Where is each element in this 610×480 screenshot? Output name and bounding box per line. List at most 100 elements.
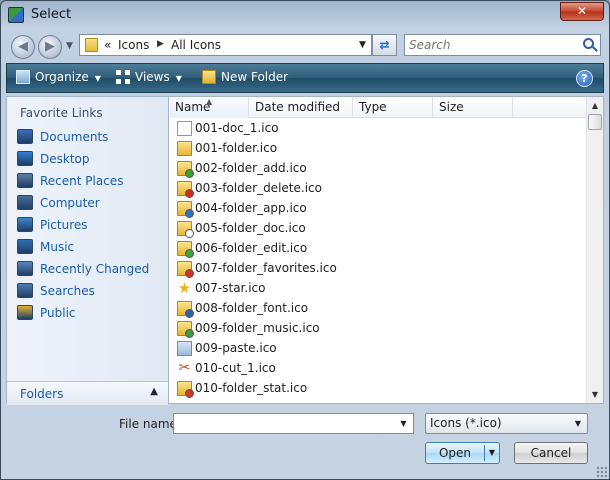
computer-icon xyxy=(17,195,33,210)
app-icon xyxy=(8,7,24,23)
views-label: Views xyxy=(135,70,170,84)
refresh-button[interactable]: ⇄ xyxy=(372,34,397,56)
file-row[interactable]: 004-folder_app.ico xyxy=(169,199,369,219)
file-row[interactable]: 007-folder_favorites.ico xyxy=(169,259,369,279)
star-icon: ★ xyxy=(177,279,192,297)
folders-toggle[interactable]: Folders ▲ xyxy=(7,381,168,405)
chevron-down-icon: ▼ xyxy=(94,74,101,83)
scroll-down-icon[interactable]: ▼ xyxy=(587,386,603,403)
file-name: 007-star.ico xyxy=(195,281,266,295)
sidebar-item-label: Recent Places xyxy=(40,174,124,188)
address-overflow[interactable]: « xyxy=(104,38,111,52)
navigation-pane: Favorite Links Documents Desktop Recent Pl… xyxy=(6,96,168,405)
file-row[interactable]: 009-folder_music.ico xyxy=(169,319,369,339)
file-row[interactable]: 003-folder_delete.ico xyxy=(169,179,369,199)
folder-icon xyxy=(177,141,192,156)
file-name: 006-folder_edit.ico xyxy=(195,241,308,255)
organize-button[interactable]: Organize ▼ xyxy=(16,70,101,88)
chevron-down-icon: ▼ xyxy=(175,74,182,83)
sidebar-item-computer[interactable]: Computer xyxy=(14,193,164,213)
file-name: 001-doc_1.ico xyxy=(195,121,279,135)
sidebar-item-recently-changed[interactable]: Recently Changed xyxy=(14,259,164,279)
cancel-button[interactable]: Cancel xyxy=(514,442,588,464)
recent-pages-dropdown[interactable]: ▼ xyxy=(66,41,73,51)
pictures-icon xyxy=(17,217,33,232)
sidebar-item-desktop[interactable]: Desktop xyxy=(14,149,164,169)
select-dialog: Select ✕ ◀ ▶ ▼ « Icons ▶ All Icons ▼ ⇄ O… xyxy=(0,0,610,480)
sidebar-item-label: Recently Changed xyxy=(40,262,150,276)
new-folder-button[interactable]: New Folder xyxy=(202,70,288,88)
doc-icon xyxy=(177,121,192,136)
file-type-value: Icons (*.ico) xyxy=(430,416,502,430)
file-row[interactable]: ★ 007-star.ico xyxy=(169,279,369,299)
file-type-select[interactable]: Icons (*.ico) ▼ xyxy=(425,413,588,434)
chevron-right-icon[interactable]: ▶ xyxy=(157,39,164,49)
file-name: 007-folder_favorites.ico xyxy=(195,261,337,275)
command-bar: Organize ▼ Views ▼ New Folder ? xyxy=(6,63,604,93)
folder-icon xyxy=(177,381,194,398)
folder-icon xyxy=(177,181,194,198)
sidebar-item-label: Public xyxy=(40,306,76,320)
file-name: 001-folder.ico xyxy=(195,141,278,155)
file-row[interactable]: 005-folder_doc.ico xyxy=(169,219,369,239)
file-name: 010-cut_1.ico xyxy=(195,361,276,375)
sidebar-item-music[interactable]: Music xyxy=(14,237,164,257)
window-title: Select xyxy=(31,7,72,22)
search-input[interactable] xyxy=(409,37,574,53)
file-row[interactable]: 008-folder_font.ico xyxy=(169,299,369,319)
views-button[interactable]: Views ▼ xyxy=(116,70,182,88)
file-name-input[interactable] xyxy=(177,416,392,431)
breadcrumb-all-icons[interactable]: All Icons xyxy=(171,38,221,52)
folder-icon xyxy=(177,321,194,338)
file-name: 003-folder_delete.ico xyxy=(195,181,322,195)
breadcrumb-icons[interactable]: Icons xyxy=(118,38,149,52)
search-icon[interactable] xyxy=(583,38,594,49)
file-row[interactable]: 001-folder.ico xyxy=(169,139,369,159)
folder-icon xyxy=(177,241,194,258)
help-button[interactable]: ? xyxy=(576,70,593,87)
sidebar-item-searches[interactable]: Searches xyxy=(14,281,164,301)
file-name: 002-folder_add.ico xyxy=(195,161,307,175)
sidebar-item-recent-places[interactable]: Recent Places xyxy=(14,171,164,191)
file-row[interactable]: 010-folder_stat.ico xyxy=(169,379,369,399)
open-label: Open xyxy=(438,446,472,460)
resize-grip[interactable] xyxy=(596,466,607,477)
favorite-links-heading: Favorite Links xyxy=(20,106,103,120)
back-button[interactable]: ◀ xyxy=(11,35,35,59)
scroll-thumb[interactable] xyxy=(588,114,602,130)
vertical-scrollbar[interactable]: ▲ ▼ xyxy=(586,97,603,403)
column-type[interactable]: Type xyxy=(353,97,433,118)
chevron-down-icon[interactable]: ▼ xyxy=(396,414,411,433)
file-row[interactable]: 009-paste.ico xyxy=(169,339,369,359)
sidebar-item-label: Documents xyxy=(40,130,109,144)
sidebar-item-documents[interactable]: Documents xyxy=(14,127,164,147)
chevron-down-icon: ▼ xyxy=(574,419,582,428)
file-row[interactable]: 001-doc_1.ico xyxy=(169,119,369,139)
address-dropdown[interactable]: ▼ xyxy=(354,35,371,55)
sidebar-item-label: Computer xyxy=(40,196,100,210)
sidebar-item-public[interactable]: Public xyxy=(14,303,164,323)
column-name[interactable]: ▲ Name xyxy=(169,97,249,118)
file-name: 004-folder_app.ico xyxy=(195,201,307,215)
column-size[interactable]: Size xyxy=(433,97,513,118)
sidebar-item-label: Music xyxy=(40,240,75,254)
file-list: ▲ Name Date modified Type Size 001-doc_1.… xyxy=(168,96,604,404)
address-bar[interactable]: « Icons ▶ All Icons ▼ xyxy=(79,34,372,56)
folder-icon xyxy=(177,301,194,318)
folder-icon xyxy=(177,261,194,278)
scroll-up-icon[interactable]: ▲ xyxy=(587,97,603,114)
file-name-label: File name: xyxy=(119,417,181,431)
file-row[interactable]: ✂ 010-cut_1.ico xyxy=(169,359,369,379)
open-options-dropdown[interactable]: ▼ xyxy=(486,443,498,463)
close-button[interactable]: ✕ xyxy=(560,2,604,21)
file-row[interactable]: 006-folder_edit.ico xyxy=(169,239,369,259)
forward-button[interactable]: ▶ xyxy=(38,35,62,59)
open-button[interactable]: Open ▼ xyxy=(425,442,500,464)
column-date-modified[interactable]: Date modified xyxy=(249,97,353,118)
file-name: 009-paste.ico xyxy=(195,341,277,355)
sidebar-item-pictures[interactable]: Pictures xyxy=(14,215,164,235)
search-box[interactable] xyxy=(404,34,601,56)
file-name-combobox[interactable]: ▼ xyxy=(173,413,414,434)
desktop-icon xyxy=(17,151,33,166)
file-row[interactable]: 002-folder_add.ico xyxy=(169,159,369,179)
